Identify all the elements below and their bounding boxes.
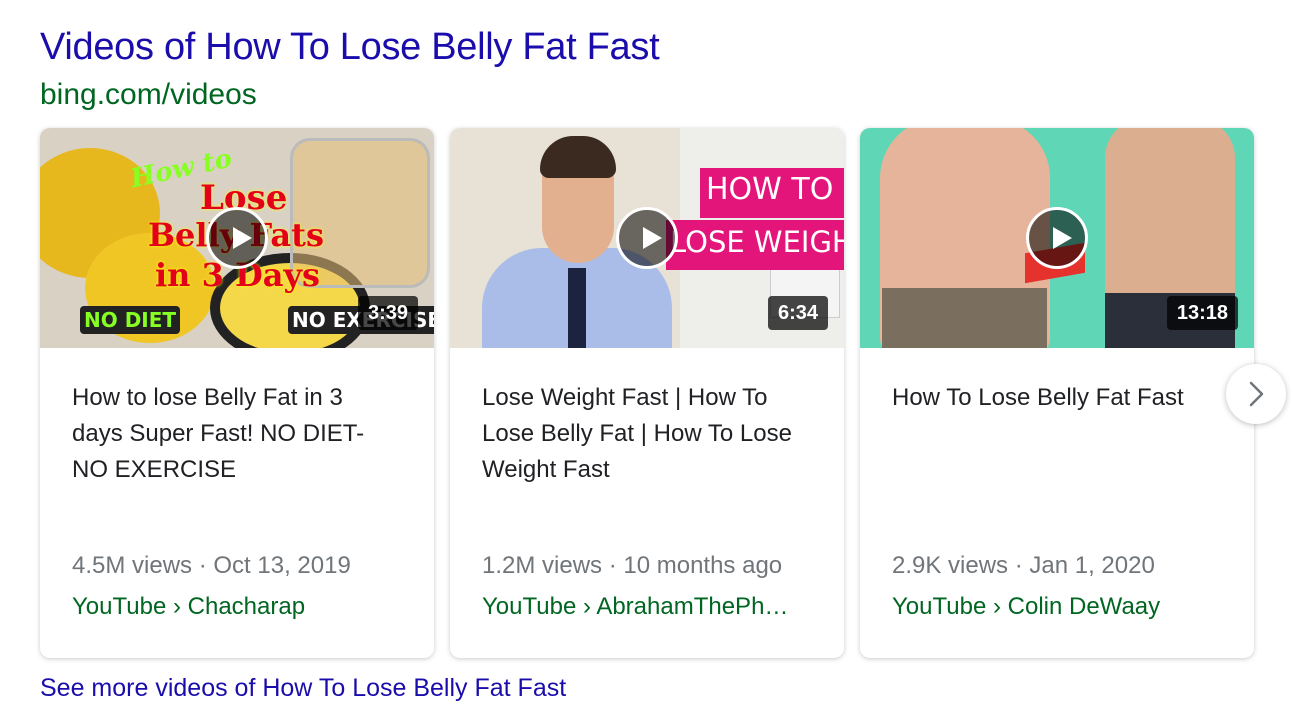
duration-badge: 6:34 — [767, 296, 828, 330]
duration-badge: 13:18 — [1166, 296, 1238, 330]
page-title[interactable]: Videos of How To Lose Belly Fat Fast — [40, 26, 660, 69]
carousel-next-button[interactable] — [1226, 364, 1286, 424]
video-meta: 2.9K views · Jan 1, 2020 — [892, 552, 1155, 579]
video-card-2[interactable]: HOW TO LOSE WEIGHT 6:34 Lose Weight Fast… — [450, 128, 844, 658]
thumb-text-howto: HOW TO — [706, 172, 834, 207]
video-card-3[interactable]: 13:18 How To Lose Belly Fat Fast 2.9K vi… — [860, 128, 1254, 658]
video-channel[interactable]: YouTube › Chacharap — [72, 593, 402, 621]
duration-badge: 3:39 — [357, 296, 418, 330]
video-title[interactable]: How To Lose Belly Fat Fast — [892, 380, 1212, 416]
video-thumbnail[interactable]: 13:18 — [860, 128, 1254, 348]
video-thumbnail[interactable]: HOW TO LOSE WEIGHT 6:34 — [450, 128, 844, 348]
video-meta: 4.5M views · Oct 13, 2019 — [72, 552, 351, 579]
video-meta: 1.2M views · 10 months ago — [482, 552, 783, 579]
thumb-badge-no-diet: NO DIET — [80, 306, 181, 334]
video-title[interactable]: Lose Weight Fast | How To Lose Belly Fat… — [482, 380, 802, 488]
thumb-text-lose-weight: LOSE WEIGHT — [670, 225, 844, 259]
see-more-link[interactable]: See more videos of How To Lose Belly Fat… — [40, 674, 566, 703]
video-channel[interactable]: YouTube › AbrahamThePh… — [482, 593, 812, 621]
play-icon[interactable] — [1026, 207, 1088, 269]
play-icon[interactable] — [616, 207, 678, 269]
play-icon[interactable] — [206, 207, 268, 269]
source-url[interactable]: bing.com/videos — [40, 78, 257, 112]
video-thumbnail[interactable]: How to Lose Belly Fats in 3 Days NO DIET… — [40, 128, 434, 348]
chevron-right-icon — [1249, 381, 1264, 407]
video-card-1[interactable]: How to Lose Belly Fats in 3 Days NO DIET… — [40, 128, 434, 658]
video-channel[interactable]: YouTube › Colin DeWaay — [892, 593, 1222, 621]
video-title[interactable]: How to lose Belly Fat in 3 days Super Fa… — [72, 380, 392, 488]
